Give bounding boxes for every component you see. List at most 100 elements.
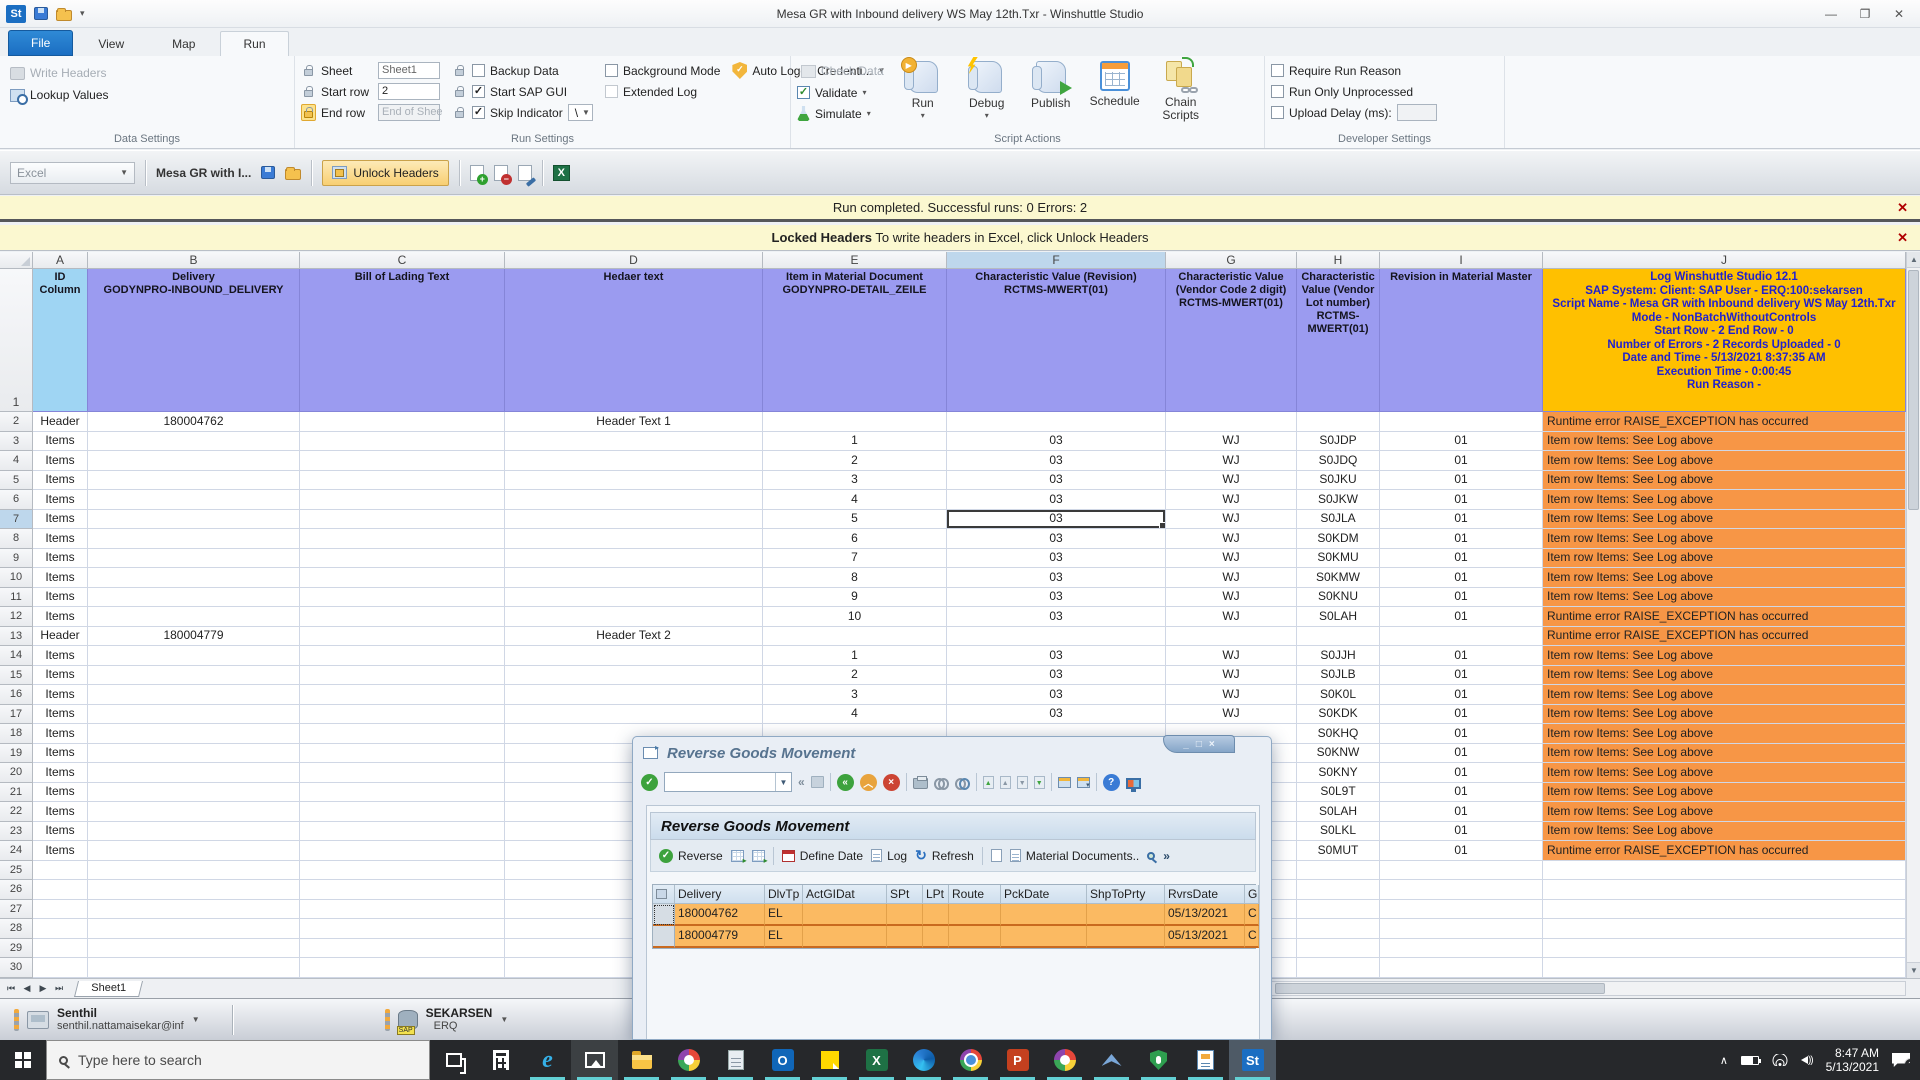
cell-B5[interactable]: [88, 471, 300, 491]
taskbar-search-input[interactable]: Type here to search: [46, 1040, 430, 1080]
cell-H20[interactable]: S0KNY: [1297, 763, 1380, 783]
taskbar-security-shield-icon[interactable]: [1135, 1040, 1182, 1080]
debug-button[interactable]: Debug ▾: [958, 58, 1016, 120]
end-row-lock-icon[interactable]: [301, 104, 316, 121]
chain-scripts-button[interactable]: Chain Scripts: [1150, 58, 1212, 122]
cell-B9[interactable]: [88, 549, 300, 569]
cell-B7[interactable]: [88, 510, 300, 530]
column-header-H[interactable]: H: [1297, 252, 1380, 269]
cell-C16[interactable]: [300, 685, 505, 705]
cell-J10[interactable]: Item row Items: See Log above: [1543, 568, 1906, 588]
sap-col-rvrsdate[interactable]: RvrsDate: [1165, 885, 1245, 904]
tray-chevron-icon[interactable]: ∧: [1720, 1054, 1728, 1067]
taskbar-chrome-icon[interactable]: [947, 1040, 994, 1080]
cell-A4[interactable]: Items: [33, 451, 88, 471]
row-header-25[interactable]: 25: [0, 861, 33, 881]
cell-D3[interactable]: [505, 432, 763, 452]
cell-A15[interactable]: Items: [33, 666, 88, 686]
cell-I30[interactable]: [1380, 958, 1543, 978]
cell-J7[interactable]: Item row Items: See Log above: [1543, 510, 1906, 530]
last-sheet-icon[interactable]: ⏭: [52, 983, 66, 994]
cell-J19[interactable]: Item row Items: See Log above: [1543, 744, 1906, 764]
cell-H27[interactable]: [1297, 900, 1380, 920]
cell-I27[interactable]: [1380, 900, 1543, 920]
last-page-icon[interactable]: ▼: [1034, 776, 1045, 789]
cell-F5[interactable]: 03: [947, 471, 1166, 491]
cell-I10[interactable]: 01: [1380, 568, 1543, 588]
cell-A21[interactable]: Items: [33, 783, 88, 803]
cell-I17[interactable]: 01: [1380, 705, 1543, 725]
cell-H8[interactable]: S0KDM: [1297, 529, 1380, 549]
shortcut-icon[interactable]: [1077, 777, 1090, 788]
toolbar-save-icon[interactable]: [261, 166, 275, 179]
cell-A12[interactable]: Items: [33, 607, 88, 627]
cell-E14[interactable]: 1: [763, 646, 947, 666]
taskbar-sticky-notes-icon[interactable]: [806, 1040, 853, 1080]
quick-access-caret-icon[interactable]: ▾: [80, 8, 85, 19]
row-header-9[interactable]: 9: [0, 549, 33, 569]
run-button[interactable]: ▶ Run ▾: [894, 58, 952, 120]
cell-C14[interactable]: [300, 646, 505, 666]
cell-G17[interactable]: WJ: [1166, 705, 1297, 725]
cell-E7[interactable]: 5: [763, 510, 947, 530]
cell-G12[interactable]: WJ: [1166, 607, 1297, 627]
cell-B27[interactable]: [88, 900, 300, 920]
cell-B28[interactable]: [88, 919, 300, 939]
cell-A27[interactable]: [33, 900, 88, 920]
cell-I6[interactable]: 01: [1380, 490, 1543, 510]
cell-I26[interactable]: [1380, 880, 1543, 900]
cell-H4[interactable]: S0JDQ: [1297, 451, 1380, 471]
cell-A1[interactable]: ID Column: [33, 269, 88, 412]
cell-A8[interactable]: Items: [33, 529, 88, 549]
sap-cell-dlvtp-1[interactable]: EL: [765, 904, 803, 926]
cell-H19[interactable]: S0KNW: [1297, 744, 1380, 764]
sap-cell-lpt-2[interactable]: [923, 926, 949, 948]
taskbar-powerpoint-icon[interactable]: P: [994, 1040, 1041, 1080]
cell-H2[interactable]: [1297, 412, 1380, 432]
validate-caret-icon[interactable]: ▾: [862, 88, 866, 97]
column-header-J[interactable]: J: [1543, 252, 1906, 269]
cell-B8[interactable]: [88, 529, 300, 549]
cell-C12[interactable]: [300, 607, 505, 627]
row-header-27[interactable]: 27: [0, 900, 33, 920]
cell-F10[interactable]: 03: [947, 568, 1166, 588]
column-header-B[interactable]: B: [88, 252, 300, 269]
row-header-7[interactable]: 7: [0, 510, 33, 530]
cell-A13[interactable]: Header: [33, 627, 88, 647]
cell-C6[interactable]: [300, 490, 505, 510]
sap-col-pckdate[interactable]: PckDate: [1001, 885, 1087, 904]
cell-G9[interactable]: WJ: [1166, 549, 1297, 569]
cell-H23[interactable]: S0LKL: [1297, 822, 1380, 842]
cell-C1[interactable]: Bill of Lading Text: [300, 269, 505, 412]
mode-dropdown[interactable]: Excel▼: [10, 162, 135, 184]
cell-E8[interactable]: 6: [763, 529, 947, 549]
customize-layout-icon[interactable]: [1126, 778, 1141, 789]
cell-G14[interactable]: WJ: [1166, 646, 1297, 666]
cell-B15[interactable]: [88, 666, 300, 686]
find-next-icon[interactable]: [955, 778, 970, 787]
cell-B24[interactable]: [88, 841, 300, 861]
row-header-26[interactable]: 26: [0, 880, 33, 900]
upload-delay-input[interactable]: [1397, 104, 1437, 121]
cell-C20[interactable]: [300, 763, 505, 783]
row-header-24[interactable]: 24: [0, 841, 33, 861]
start-sap-gui-checkbox[interactable]: ✓: [472, 85, 485, 98]
cell-I9[interactable]: 01: [1380, 549, 1543, 569]
cell-H16[interactable]: S0K0L: [1297, 685, 1380, 705]
cell-E3[interactable]: 1: [763, 432, 947, 452]
save-icon[interactable]: [34, 7, 48, 20]
run-only-unprocessed-checkbox[interactable]: [1271, 85, 1284, 98]
cell-D10[interactable]: [505, 568, 763, 588]
close-button[interactable]: ✕: [1882, 0, 1916, 28]
taskbar-color-wheel-icon[interactable]: [665, 1040, 712, 1080]
cell-G6[interactable]: WJ: [1166, 490, 1297, 510]
cell-C23[interactable]: [300, 822, 505, 842]
cell-G7[interactable]: WJ: [1166, 510, 1297, 530]
simulate-button[interactable]: Simulate ▾: [797, 103, 888, 124]
cell-F13[interactable]: [947, 627, 1166, 647]
row-header-21[interactable]: 21: [0, 783, 33, 803]
dialog-minimize-icon[interactable]: _: [1183, 739, 1189, 750]
cell-I18[interactable]: 01: [1380, 724, 1543, 744]
prev-page-icon[interactable]: ▲: [1000, 776, 1011, 789]
sap-table-layout-icon[interactable]: [653, 885, 675, 904]
